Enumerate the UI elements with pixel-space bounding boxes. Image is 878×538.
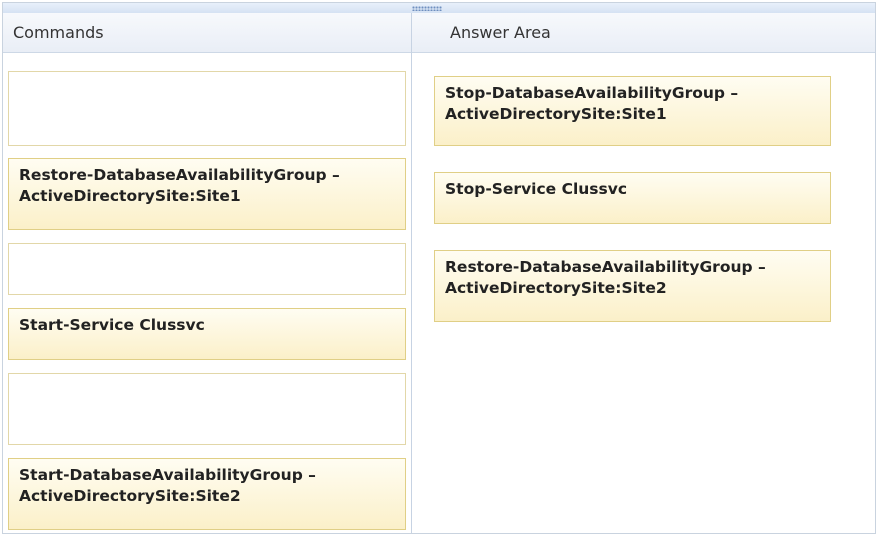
command-restore-dag-site1[interactable]: Restore-DatabaseAvailabilityGroup – Acti… — [8, 158, 406, 230]
answer-area-pane: Answer Area Stop-DatabaseAvailabilityGro… — [412, 13, 875, 533]
command-start-dag-site2[interactable]: Start-DatabaseAvailabilityGroup – Active… — [8, 458, 406, 530]
answer-stop-dag-site1[interactable]: Stop-DatabaseAvailabilityGroup – ActiveD… — [434, 76, 831, 146]
resize-grip-icon[interactable] — [412, 6, 442, 11]
answer-stop-service[interactable]: Stop-Service Clussvc — [434, 172, 831, 224]
answer-restore-dag-site2[interactable]: Restore-DatabaseAvailabilityGroup – Acti… — [434, 250, 831, 322]
drag-drop-window: Commands Restore-DatabaseAvailabilityGro… — [2, 2, 876, 534]
empty-command-slot[interactable] — [8, 71, 406, 146]
answer-area-header: Answer Area — [412, 13, 875, 53]
empty-command-slot[interactable] — [8, 243, 406, 295]
command-start-service[interactable]: Start-Service Clussvc — [8, 308, 406, 360]
commands-header: Commands — [3, 13, 411, 53]
empty-command-slot[interactable] — [8, 373, 406, 445]
commands-pane: Commands Restore-DatabaseAvailabilityGro… — [3, 13, 412, 533]
